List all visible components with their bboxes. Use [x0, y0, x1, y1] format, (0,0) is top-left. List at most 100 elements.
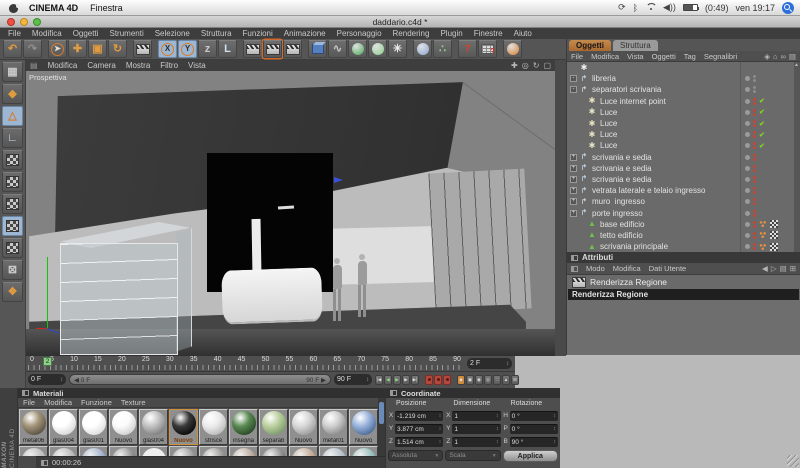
render-in-picture-viewer-button[interactable]: [263, 40, 282, 58]
menu-selezione[interactable]: Selezione: [155, 29, 190, 38]
material-thumbnail[interactable]: [289, 446, 318, 456]
panel-grip-icon[interactable]: [571, 254, 578, 261]
menu-finestre[interactable]: Finestre: [474, 29, 503, 38]
activate-dot[interactable]: [745, 87, 750, 93]
phong-tag-icon[interactable]: [759, 231, 767, 240]
coord-value-field[interactable]: 0 ° ↕: [509, 410, 558, 421]
back-icon[interactable]: ◀: [762, 264, 768, 273]
move-tool-button[interactable]: ✚: [68, 40, 87, 58]
visibility-dots[interactable]: [753, 75, 756, 83]
rotate-tool-button[interactable]: ↻: [108, 40, 127, 58]
zoom-view-icon[interactable]: ◎: [522, 61, 529, 70]
tab-oggetti[interactable]: Oggetti: [569, 40, 611, 51]
active-tool-render-region-button[interactable]: [133, 40, 152, 58]
stepper-icon[interactable]: ↕: [439, 439, 442, 445]
prev-frame-button[interactable]: ◀: [384, 374, 392, 385]
filter-icon[interactable]: ◈: [764, 52, 770, 61]
viewport-scene[interactable]: Prospettiva: [26, 71, 555, 356]
coord-mode-dropdown[interactable]: Scala ▼: [445, 450, 501, 461]
material-thumbnail[interactable]: [259, 446, 288, 456]
object-list-scrollbar[interactable]: [794, 62, 800, 252]
activate-dot[interactable]: [745, 221, 750, 227]
window-titlebar[interactable]: daddario.c4d *: [0, 16, 800, 28]
apply-button[interactable]: Applica: [502, 450, 558, 462]
autokey-button[interactable]: ▣: [466, 374, 474, 385]
coord-mode-dropdown[interactable]: Assoluta ▼: [388, 450, 444, 461]
expand-toggle[interactable]: +: [570, 187, 577, 195]
menu-finestra[interactable]: Finestra: [90, 3, 123, 13]
viewport-panel-icon[interactable]: ▤: [30, 61, 38, 70]
object-row[interactable]: + ↱ muro ingresso: [567, 196, 800, 208]
add-nurbs-button[interactable]: [348, 40, 367, 58]
menu-strumenti[interactable]: Strumenti: [109, 29, 143, 38]
window-resize-grip[interactable]: [787, 455, 799, 467]
redo-button[interactable]: ↷: [23, 40, 42, 58]
viewport-menu-mostra[interactable]: Mostra: [126, 61, 150, 70]
visibility-dots[interactable]: [753, 175, 756, 183]
add-environment-button[interactable]: [413, 40, 432, 58]
scale-tool-button[interactable]: ▣: [88, 40, 107, 58]
xpresso-editor-button[interactable]: ?: [478, 40, 497, 58]
material-thumbnail[interactable]: glas004: [49, 409, 78, 445]
panel-grip-icon[interactable]: [571, 265, 578, 272]
enabled-check-icon[interactable]: ✔: [759, 120, 765, 128]
menubar-clock[interactable]: ven 19:17: [735, 3, 775, 13]
stepper-icon[interactable]: ↕: [553, 426, 556, 432]
tab-struttura[interactable]: Struttura: [613, 40, 658, 51]
texture-mode-button[interactable]: [2, 150, 23, 170]
activate-dot[interactable]: [745, 210, 750, 216]
stepper-icon[interactable]: ↕: [553, 413, 556, 419]
make-editable-button[interactable]: ▦: [2, 62, 23, 82]
visibility-dots[interactable]: [753, 120, 756, 128]
bluetooth-icon[interactable]: ᛒ: [633, 3, 638, 13]
material-thumbnail[interactable]: glas004: [139, 409, 168, 445]
add-modeling-object-button[interactable]: [368, 40, 387, 58]
coord-value-field[interactable]: -1.219 cm ↕: [395, 410, 444, 421]
stepper-icon[interactable]: ↕: [496, 439, 499, 445]
stepper-icon[interactable]: ↕: [496, 413, 499, 419]
range-start-field[interactable]: 0 F ↕: [28, 374, 66, 385]
object-row[interactable]: ✱ Luce ✔: [567, 129, 800, 141]
record-plugin-button[interactable]: ◎: [484, 374, 492, 385]
model-mode-button[interactable]: ◆: [2, 84, 23, 104]
om-menu-file[interactable]: File: [571, 52, 583, 61]
om-menu-tag[interactable]: Tag: [684, 52, 696, 61]
frame-field[interactable]: 2 F ↕: [467, 358, 512, 369]
enabled-check-icon[interactable]: ✔: [759, 131, 765, 139]
add-primitive-button[interactable]: [308, 40, 327, 58]
panel-grip-icon[interactable]: [390, 390, 397, 396]
menu-funzioni[interactable]: Funzioni: [243, 29, 273, 38]
enabled-check-icon[interactable]: ✔: [759, 108, 765, 116]
visibility-dots[interactable]: [753, 209, 756, 217]
object-mode-button[interactable]: △: [2, 106, 23, 126]
texture-tag-icon[interactable]: [770, 242, 778, 251]
om-menu-segnalibri[interactable]: Segnalibri: [704, 52, 737, 61]
panel-divider[interactable]: [555, 60, 566, 356]
activate-dot[interactable]: [745, 98, 750, 104]
visibility-dots[interactable]: [753, 153, 756, 161]
visibility-dots[interactable]: [753, 220, 756, 228]
object-row[interactable]: ▲ tetto edificio: [567, 229, 800, 241]
activate-dot[interactable]: [745, 121, 750, 127]
object-row[interactable]: ✱ Luce ✔: [567, 106, 800, 118]
material-thumbnail[interactable]: [229, 446, 258, 456]
edge-mode-button[interactable]: [2, 216, 23, 236]
point-mode-button[interactable]: [2, 194, 23, 214]
activate-dot[interactable]: [745, 176, 750, 182]
activate-dot[interactable]: [745, 132, 750, 138]
record-rotation-button[interactable]: [443, 374, 451, 385]
viewport-menu-camera[interactable]: Camera: [87, 61, 115, 70]
visibility-dots[interactable]: [753, 231, 756, 239]
pan-view-icon[interactable]: ✚: [511, 61, 518, 70]
forward-icon[interactable]: ▷: [771, 264, 777, 273]
expand-toggle[interactable]: -: [570, 75, 577, 83]
expand-icon[interactable]: ⊞: [790, 264, 796, 273]
phong-tag-icon[interactable]: [759, 220, 767, 229]
expand-toggle[interactable]: +: [570, 198, 577, 206]
record-keyframe-button[interactable]: ◆: [457, 374, 465, 385]
uv-mode-button[interactable]: ⊠: [2, 260, 23, 280]
object-row[interactable]: - ↱ libreria: [567, 73, 800, 85]
home-icon[interactable]: ⌂: [773, 52, 778, 61]
goto-start-button[interactable]: |◀: [375, 374, 383, 385]
object-row[interactable]: ✱ Luce ✔: [567, 140, 800, 152]
